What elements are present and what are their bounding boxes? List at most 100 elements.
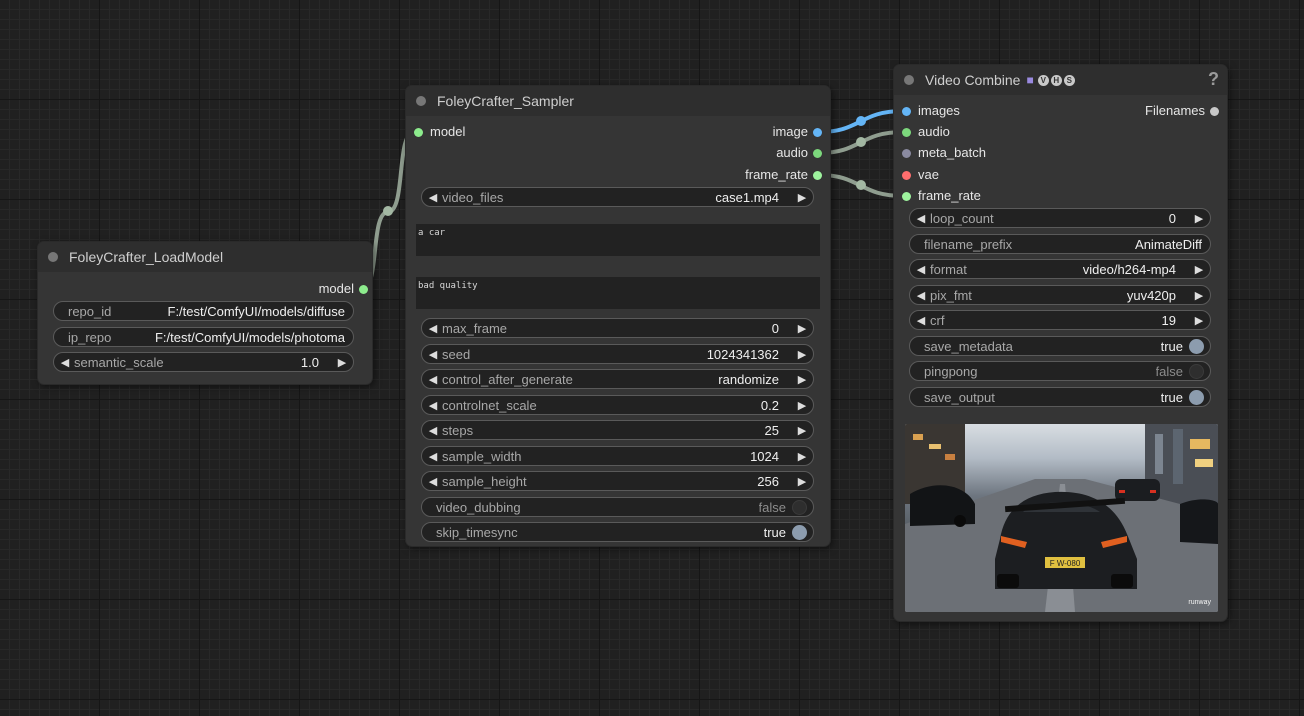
input-model[interactable]: model <box>410 123 465 141</box>
left-arrow-icon[interactable]: ◀ <box>428 424 438 437</box>
output-filenames-dot[interactable] <box>1210 107 1219 116</box>
format-select[interactable]: ◀ format video/h264-mp4 ▶ <box>909 259 1211 279</box>
left-arrow-icon[interactable]: ◀ <box>428 191 438 204</box>
output-frame-rate[interactable]: frame_rate <box>745 166 826 184</box>
output-filenames[interactable]: Filenames <box>1145 102 1223 120</box>
video-dubbing-toggle[interactable]: video_dubbing false <box>421 497 814 517</box>
node-sampler[interactable]: FoleyCrafter_Sampler model image audio f… <box>406 86 830 546</box>
input-meta-batch-dot[interactable] <box>902 149 911 158</box>
prompt-textarea[interactable]: a car <box>416 224 820 256</box>
ip-repo-field[interactable]: ip_repo F:/test/ComfyUI/models/photoma <box>53 327 354 347</box>
left-arrow-icon[interactable]: ◀ <box>428 450 438 463</box>
toggle-knob-icon[interactable] <box>1189 389 1204 405</box>
left-arrow-icon[interactable]: ◀ <box>916 212 926 225</box>
save-output-toggle[interactable]: save_output true <box>909 387 1211 407</box>
input-images-dot[interactable] <box>902 107 911 116</box>
toggle-knob-icon[interactable] <box>792 499 807 515</box>
controlnet-scale-label: controlnet_scale <box>442 397 537 413</box>
right-arrow-icon[interactable]: ▶ <box>797 191 807 204</box>
right-arrow-icon[interactable]: ▶ <box>797 399 807 412</box>
semantic-scale-stepper[interactable]: ◀ semantic_scale 1.0 ▶ <box>53 352 354 372</box>
output-image[interactable]: image <box>773 123 826 141</box>
video-dubbing-value: false <box>758 499 786 515</box>
right-arrow-icon[interactable]: ▶ <box>797 424 807 437</box>
input-images[interactable]: images <box>898 102 960 120</box>
output-image-dot[interactable] <box>813 128 822 137</box>
output-model[interactable]: model <box>319 280 372 298</box>
save-metadata-toggle[interactable]: save_metadata true <box>909 336 1211 356</box>
right-arrow-icon[interactable]: ▶ <box>797 475 807 488</box>
output-frame-rate-dot[interactable] <box>813 171 822 180</box>
pix-fmt-label: pix_fmt <box>930 287 972 303</box>
right-arrow-icon[interactable]: ▶ <box>1194 263 1204 276</box>
right-arrow-icon[interactable]: ▶ <box>797 348 807 361</box>
input-vae-dot[interactable] <box>902 171 911 180</box>
output-audio[interactable]: audio <box>776 144 826 162</box>
pix-fmt-select[interactable]: ◀ pix_fmt yuv420p ▶ <box>909 285 1211 305</box>
right-arrow-icon[interactable]: ▶ <box>1194 289 1204 302</box>
right-arrow-icon[interactable]: ▶ <box>797 450 807 463</box>
loop-count-stepper[interactable]: ◀ loop_count 0 ▶ <box>909 208 1211 228</box>
input-audio-dot[interactable] <box>902 128 911 137</box>
node-header[interactable]: Video Combine ■ V H S ? <box>894 65 1227 95</box>
link-audio-midpoint <box>856 137 866 147</box>
pingpong-toggle[interactable]: pingpong false <box>909 361 1211 381</box>
left-arrow-icon[interactable]: ◀ <box>428 348 438 361</box>
left-arrow-icon[interactable]: ◀ <box>916 289 926 302</box>
negative-prompt-textarea[interactable]: bad quality <box>416 277 820 309</box>
skip-timesync-toggle[interactable]: skip_timesync true <box>421 522 814 542</box>
right-arrow-icon[interactable]: ▶ <box>797 322 807 335</box>
right-arrow-icon[interactable]: ▶ <box>1194 212 1204 225</box>
sample-width-stepper[interactable]: ◀ sample_width 1024 ▶ <box>421 446 814 466</box>
video-dubbing-label: video_dubbing <box>436 499 521 515</box>
output-model-dot[interactable] <box>359 285 368 294</box>
node-header[interactable]: FoleyCrafter_Sampler <box>406 86 830 116</box>
crf-stepper[interactable]: ◀ crf 19 ▶ <box>909 310 1211 330</box>
input-meta-batch[interactable]: meta_batch <box>898 144 986 162</box>
collapse-dot-icon[interactable] <box>416 96 426 106</box>
left-arrow-icon[interactable]: ◀ <box>916 263 926 276</box>
steps-stepper[interactable]: ◀ steps 25 ▶ <box>421 420 814 440</box>
collapse-dot-icon[interactable] <box>48 252 58 262</box>
sample-height-stepper[interactable]: ◀ sample_height 256 ▶ <box>421 471 814 491</box>
semantic-scale-value: 1.0 <box>300 354 319 370</box>
collapse-dot-icon[interactable] <box>904 75 914 85</box>
node-header[interactable]: FoleyCrafter_LoadModel <box>38 242 372 272</box>
left-arrow-icon[interactable]: ◀ <box>428 322 438 335</box>
repo-id-value: F:/test/ComfyUI/models/diffuse <box>167 303 346 319</box>
input-model-dot[interactable] <box>414 128 423 137</box>
filename-prefix-field[interactable]: filename_prefix AnimateDiff <box>909 234 1211 254</box>
right-arrow-icon[interactable]: ▶ <box>1194 314 1204 327</box>
seed-stepper[interactable]: ◀ seed 1024341362 ▶ <box>421 344 814 364</box>
repo-id-field[interactable]: repo_id F:/test/ComfyUI/models/diffuse <box>53 301 354 321</box>
output-image-label: image <box>772 124 808 139</box>
output-audio-dot[interactable] <box>813 149 822 158</box>
left-arrow-icon[interactable]: ◀ <box>428 373 438 386</box>
left-arrow-icon[interactable]: ◀ <box>428 399 438 412</box>
left-arrow-icon[interactable]: ◀ <box>428 475 438 488</box>
right-arrow-icon[interactable]: ▶ <box>797 373 807 386</box>
control-after-generate-select[interactable]: ◀ control_after_generate randomize ▶ <box>421 369 814 389</box>
right-arrow-icon[interactable]: ▶ <box>337 356 347 369</box>
left-arrow-icon[interactable]: ◀ <box>916 314 926 327</box>
video-preview[interactable]: F W-080 runway <box>905 424 1218 612</box>
max-frame-stepper[interactable]: ◀ max_frame 0 ▶ <box>421 318 814 338</box>
left-arrow-icon[interactable]: ◀ <box>60 356 70 369</box>
ip-repo-label: ip_repo <box>68 329 112 345</box>
video-files-select[interactable]: ◀ video_files case1.mp4 ▶ <box>421 187 814 207</box>
node-video-combine[interactable]: Video Combine ■ V H S ? images Filenames… <box>894 65 1227 621</box>
input-frame-rate-dot[interactable] <box>902 192 911 201</box>
toggle-knob-icon[interactable] <box>792 524 807 540</box>
link-frame-rate <box>819 173 904 198</box>
input-audio[interactable]: audio <box>898 123 950 141</box>
help-icon[interactable]: ? <box>1208 69 1219 90</box>
controlnet-scale-stepper[interactable]: ◀ controlnet_scale 0.2 ▶ <box>421 395 814 415</box>
toggle-knob-icon[interactable] <box>1189 338 1204 354</box>
input-frame-rate[interactable]: frame_rate <box>898 187 981 205</box>
toggle-knob-icon[interactable] <box>1189 363 1204 379</box>
format-label: format <box>930 261 967 277</box>
node-load-model[interactable]: FoleyCrafter_LoadModel model repo_id F:/… <box>38 242 372 384</box>
input-vae[interactable]: vae <box>898 166 939 184</box>
pingpong-label: pingpong <box>924 363 978 379</box>
sample-height-label: sample_height <box>442 473 527 489</box>
